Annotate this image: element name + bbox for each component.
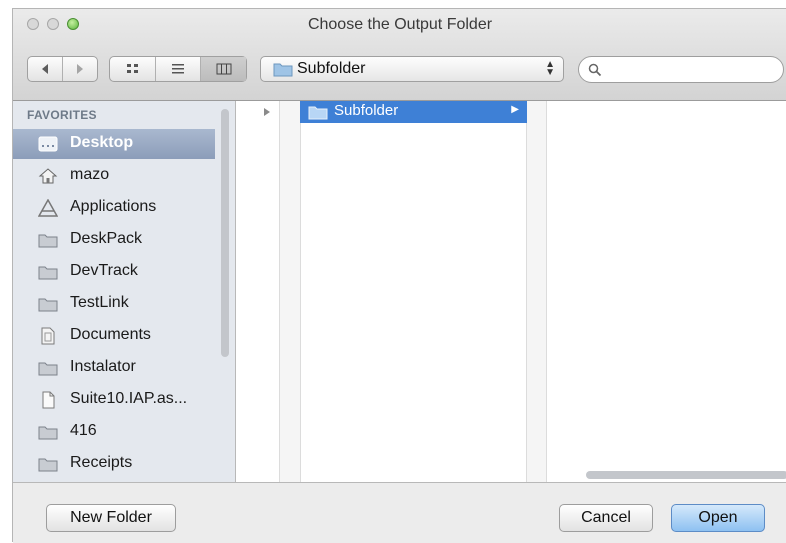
folder-icon	[38, 458, 58, 472]
document-icon	[42, 391, 55, 409]
sidebar-item-label: DevTrack	[70, 262, 138, 279]
popup-arrows-icon: ▲ ▼	[545, 59, 555, 78]
sidebar-item-documents[interactable]: Documents	[13, 321, 215, 351]
column-view-button[interactable]	[201, 57, 246, 81]
nav-button-group	[27, 56, 98, 82]
horizontal-scrollbar[interactable]	[586, 471, 786, 479]
view-mode-group	[109, 56, 247, 82]
icon-view-button[interactable]	[110, 57, 156, 81]
cancel-button[interactable]: Cancel	[559, 504, 653, 532]
location-popup[interactable]: Subfolder ▲ ▼	[260, 56, 564, 82]
folder-icon	[38, 426, 58, 440]
sidebar-item-label: DeskPack	[70, 230, 143, 247]
sidebar-item-devtrack[interactable]: DevTrack	[13, 257, 215, 287]
location-label: Subfolder	[297, 60, 366, 77]
back-arrow-icon	[42, 64, 48, 74]
sidebar-item-applications[interactable]: Applications	[13, 193, 215, 223]
file-dialog-window: Choose the Output Folder Subfolder ▲ ▼ F…	[12, 8, 786, 543]
column-resize-handle[interactable]	[280, 101, 300, 482]
column-browser: Subfolder ▶	[235, 101, 786, 482]
sidebar-item-label: Instalator	[70, 358, 136, 375]
sidebar-item-suite10[interactable]: Suite10.IAP.as...	[13, 385, 215, 415]
list-view-button[interactable]	[156, 57, 201, 81]
sidebar-scrollbar[interactable]	[221, 109, 229, 357]
browser-column-2	[546, 101, 786, 482]
sidebar-item-label: TestLink	[70, 294, 129, 311]
icon-view-icon	[126, 64, 138, 73]
new-folder-button[interactable]: New Folder	[46, 504, 176, 532]
title-bar: Choose the Output Folder Subfolder ▲ ▼	[13, 9, 786, 101]
browser-row-label: Subfolder	[334, 102, 399, 119]
dialog-footer: New Folder Cancel Open	[13, 482, 786, 543]
sidebar-item-label: Suite10.IAP.as...	[70, 390, 188, 407]
sidebar-item-label: Desktop	[70, 134, 134, 151]
sidebar-item-desktop[interactable]: Desktop	[13, 129, 215, 159]
sidebar-item-416[interactable]: 416	[13, 417, 215, 447]
browser-column-0	[236, 101, 280, 482]
folder-icon	[308, 106, 328, 120]
sidebar-item-instalator[interactable]: Instalator	[13, 353, 215, 383]
sidebar-item-receipts[interactable]: Receipts	[13, 449, 215, 479]
folder-icon	[273, 63, 293, 77]
window-title: Choose the Output Folder	[307, 16, 493, 33]
sidebar-item-label: mazo	[70, 166, 110, 183]
forward-button[interactable]	[63, 57, 97, 81]
sidebar-item-label: 416	[70, 422, 97, 439]
home-icon	[38, 168, 58, 184]
disclosure-arrow-icon: ▶	[511, 104, 519, 115]
folder-icon	[38, 362, 58, 376]
column-resize-handle[interactable]	[527, 101, 546, 482]
sidebar-header: FAVORITES	[27, 108, 97, 122]
desktop-icon	[38, 136, 58, 152]
back-button[interactable]	[28, 57, 63, 81]
documents-icon	[41, 327, 55, 345]
sidebar-item-label: Documents	[70, 326, 151, 343]
list-view-icon	[172, 64, 184, 74]
folder-icon	[38, 266, 58, 280]
disclosure-triangle-icon	[264, 108, 270, 116]
browser-row-subfolder[interactable]: Subfolder ▶	[300, 101, 527, 123]
sidebar-item-mazo[interactable]: mazo	[13, 161, 215, 191]
sidebar: FAVORITES Desktop mazo Applications Desk…	[13, 101, 235, 482]
forward-arrow-icon	[77, 64, 83, 74]
search-icon	[588, 63, 602, 77]
folder-icon	[38, 298, 58, 312]
open-button[interactable]: Open	[671, 504, 765, 532]
sidebar-item-label: Applications	[70, 198, 157, 215]
sidebar-item-testlink[interactable]: TestLink	[13, 289, 215, 319]
sidebar-item-deskpack[interactable]: DeskPack	[13, 225, 215, 255]
applications-icon	[38, 199, 58, 217]
column-view-icon	[216, 63, 231, 75]
browser-column-1	[300, 101, 527, 482]
search-field[interactable]	[578, 56, 784, 83]
folder-icon	[38, 234, 58, 248]
sidebar-item-label: Receipts	[70, 454, 133, 471]
